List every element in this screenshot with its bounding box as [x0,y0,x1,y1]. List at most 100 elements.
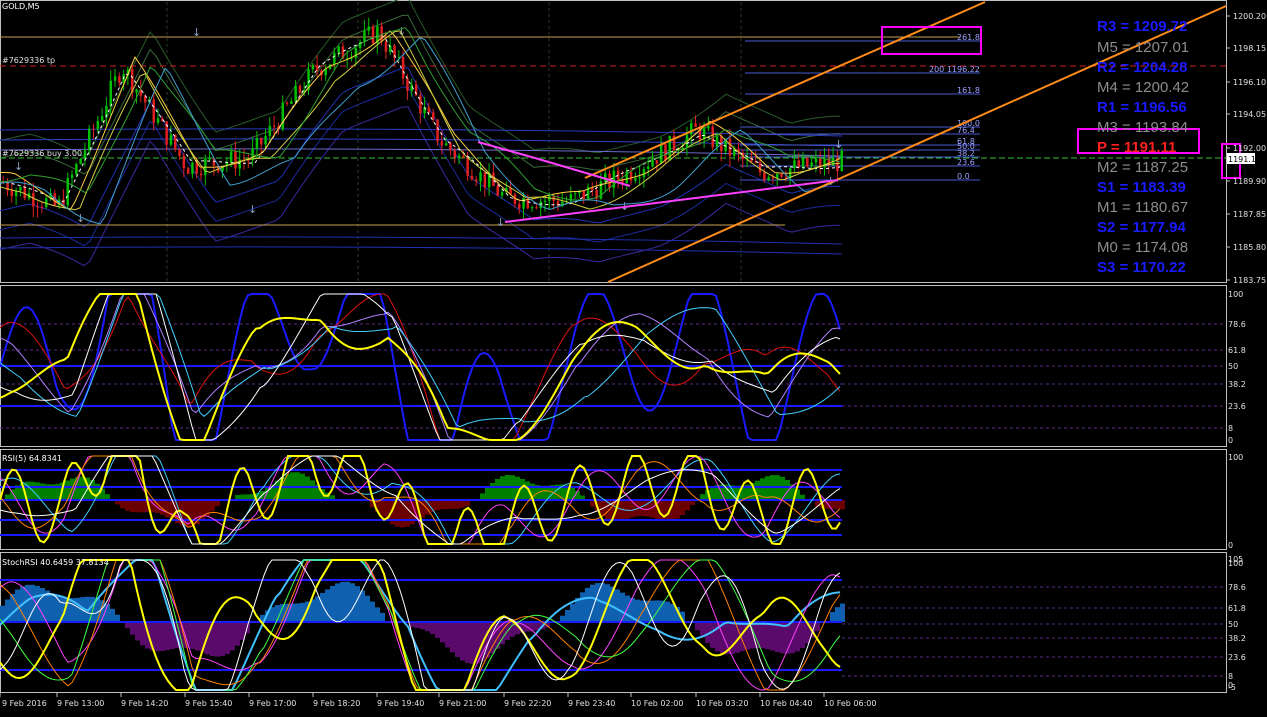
candle-body [66,177,69,206]
candle-body [298,85,302,93]
pivot-label: M2 = 1187.25 [1097,159,1188,176]
stoch-histogram-bar [30,584,35,622]
candle-body [23,187,26,199]
stoch-histogram-bar [615,589,620,622]
indicator-axis-label: 50 [1228,620,1238,629]
time-axis[interactable]: 9 Feb 2016 9 Feb 13:00 9 Feb 14:20 9 Feb 15… [0,693,876,708]
stoch-histogram-bar [270,607,275,622]
candle-body [647,166,650,170]
rsi-histogram-bar [380,500,385,517]
stoch-histogram-bar [225,622,230,654]
candle-body [290,101,293,104]
candle-body [634,178,637,181]
stoch-histogram-bar [670,603,675,622]
fractal-arrow: ↓ [192,26,201,39]
trading-chart[interactable]: 261.8 200 1196.22 161.8 100.0 76.4 61.8 50.0 38… [0,0,1267,713]
rsi-histogram-bar [650,500,655,518]
rsi-histogram-bar [435,500,440,511]
rsi-title: RSI(5) 64.8341 [2,454,62,463]
time-label: 9 Feb 13:00 [57,699,104,708]
time-label: 9 Feb 14:20 [121,699,168,708]
candle-body [354,48,358,58]
stoch-histogram-bar [350,583,355,622]
candle-body [707,126,710,129]
candle-body [281,102,284,130]
time-label: 10 Feb 04:40 [760,699,812,708]
rsi-histogram-bar [675,500,680,519]
candle-body [694,123,697,127]
candle-body [801,157,805,168]
candle-body [315,65,319,71]
candle-body [178,148,181,156]
candle-body [70,174,74,178]
candle-body [767,177,770,180]
candle-body [75,164,78,175]
candle-body [664,144,667,161]
candle-body [40,206,44,208]
candle-body [470,175,474,180]
stochrsi-lines [0,559,845,691]
stoch-histogram-bar [330,586,335,622]
time-label: 9 Feb 15:40 [185,699,232,708]
time-label: 9 Feb 23:40 [568,699,615,708]
candle-body [152,99,155,123]
price-label: 1192.00 [1233,144,1266,153]
channel-band [0,236,843,245]
candle-body [199,173,203,176]
candle-body [19,187,22,191]
symbol-label: GOLD,M5 [2,2,40,11]
price-label: 1189.90 [1233,177,1266,186]
candle-body [530,207,534,209]
stoch-histogram-bar [370,601,375,622]
rsi-histogram-bar [680,500,685,516]
candle-body [810,162,813,167]
stochrsi-title: StochRSI 40.6459 37.8134 [2,558,109,567]
candle-body [655,160,659,164]
rsi-histogram-bar [460,500,465,508]
indicator-axis-label: 38.2 [1228,380,1246,389]
tp-order-label: #7629336 tp [2,56,55,65]
pivot-label: M4 = 1200.42 [1097,79,1189,96]
rsi-histogram-bar [570,487,575,500]
stoch-histogram-bar [420,622,425,630]
stoch-histogram-bar [580,592,585,622]
price-candles: ↓↓↓↓↓↓↓↓↓ [2,17,843,229]
candle-body [651,160,654,167]
candle-body [758,162,762,173]
candle-body [436,119,439,142]
candle-body [272,125,276,127]
rsi-histogram-bar [495,478,500,500]
price-label: 1187.85 [1233,210,1266,219]
candle-body [500,192,504,196]
pivot-label: M1 = 1180.67 [1097,199,1188,216]
indicator-axis-label: 61.8 [1228,604,1246,613]
rsi-histogram-bar [310,480,315,500]
candle-body [823,158,826,168]
indicator-axis-label: 38.2 [1228,634,1246,643]
candle-body [449,143,452,151]
stoch-histogram-bar [730,622,735,654]
rsi-histogram-bar [405,500,410,527]
candle-body [191,162,194,174]
upper-channel-line[interactable] [584,1,986,179]
rsi-histogram-bar [710,486,715,500]
channel-band [0,246,843,255]
candle-body [208,158,211,160]
indicator1-lines [0,293,842,441]
rsi-histogram-bar [305,476,310,500]
stoch-histogram-bar [840,603,845,622]
candle-body [363,30,366,43]
indicator-axis-label: -5 [1228,683,1236,692]
candle-body [518,204,521,209]
rsi-histogram-bar [10,489,15,500]
stoch-histogram-bar [425,622,430,632]
time-label: 9 Feb 21:00 [439,699,486,708]
rsi-histogram-bar [455,500,460,509]
rsi-histogram-bar [40,483,45,500]
chart-canvas[interactable]: 261.8200 1196.22161.8100.076.461.850.038… [0,0,1267,713]
rsi-histogram-bar [840,500,845,510]
rsi-histogram-bar [575,490,580,500]
price-axis[interactable]: 1200.20 1198.15 1196.10 1194.05 1192.00 1189.… [1226,12,1266,285]
stoch-histogram-bar [295,603,300,622]
candle-body [638,177,641,179]
